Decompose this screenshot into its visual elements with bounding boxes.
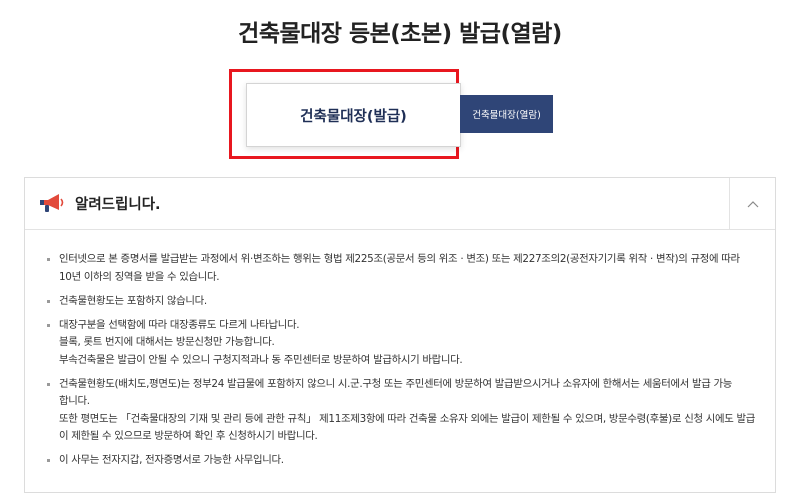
notice-line: 블록, 롯트 번지에 대해서는 방문신청만 가능합니다. (59, 336, 275, 348)
tab-view-label: 건축물대장(열람) (472, 110, 541, 121)
notice-body: 인터넷으로 본 증명서를 발급받는 과정에서 위·변조하는 행위는 형법 제22… (25, 230, 775, 470)
megaphone-icon (40, 194, 64, 212)
notice-header: 알려드립니다. (25, 178, 775, 230)
notice-line: 이 사무는 전자지갑, 전자증명서로 가능한 사무입니다. (59, 454, 284, 466)
notice-item: 건축물현황도는 포함하지 않습니다. (45, 293, 755, 311)
notice-line: 또한 평면도는 「건축물대장의 기재 및 관리 등에 관한 규칙」 제11조제3… (59, 412, 756, 425)
notice-panel: 알려드립니다. 인터넷으로 본 증명서를 발급받는 과정에서 위·변조하는 행위… (24, 177, 776, 493)
notice-item: 이 사무는 전자지갑, 전자증명서로 가능한 사무입니다. (45, 452, 755, 470)
notice-title: 알려드립니다. (75, 197, 161, 213)
notice-toggle-button[interactable] (729, 178, 775, 229)
notice-line: 부속건축물은 발급이 안될 수 있으니 구청지적과나 동 주민센터로 방문하여 … (59, 353, 463, 366)
page-title: 건축물대장 등본(초본) 발급(열람) (238, 21, 562, 47)
notice-line: 대장구분을 선택함에 따라 대장종류도 다르게 나타납니다. (59, 318, 300, 331)
notice-line: 이 제한될 수 있으므로 방문하여 확인 후 신청하시기 바랍니다. (59, 430, 318, 442)
tab-building-register-issue[interactable]: 건축물대장(발급) (246, 83, 461, 147)
tab-building-register-view[interactable]: 건축물대장(열람) (460, 95, 553, 133)
notice-line: 합니다. (59, 395, 90, 407)
notice-item: 대장구분을 선택함에 따라 대장종류도 다르게 나타납니다. 블록, 롯트 번지… (45, 317, 755, 370)
notice-line: 건축물현황도(배치도,평면도)는 정부24 발급물에 포함하지 않으니 시.군.… (59, 377, 733, 390)
notice-line: 건축물현황도는 포함하지 않습니다. (59, 294, 207, 307)
chevron-up-icon (747, 200, 758, 207)
notice-line: 10년 이하의 징역을 받을 수 있습니다. (59, 270, 220, 283)
notice-item: 인터넷으로 본 증명서를 발급받는 과정에서 위·변조하는 행위는 형법 제22… (45, 251, 755, 286)
tab-issue-label: 건축물대장(발급) (300, 108, 407, 125)
notice-line: 인터넷으로 본 증명서를 발급받는 과정에서 위·변조하는 행위는 형법 제22… (59, 253, 740, 265)
notice-item: 건축물현황도(배치도,평면도)는 정부24 발급물에 포함하지 않으니 시.군.… (45, 376, 755, 446)
